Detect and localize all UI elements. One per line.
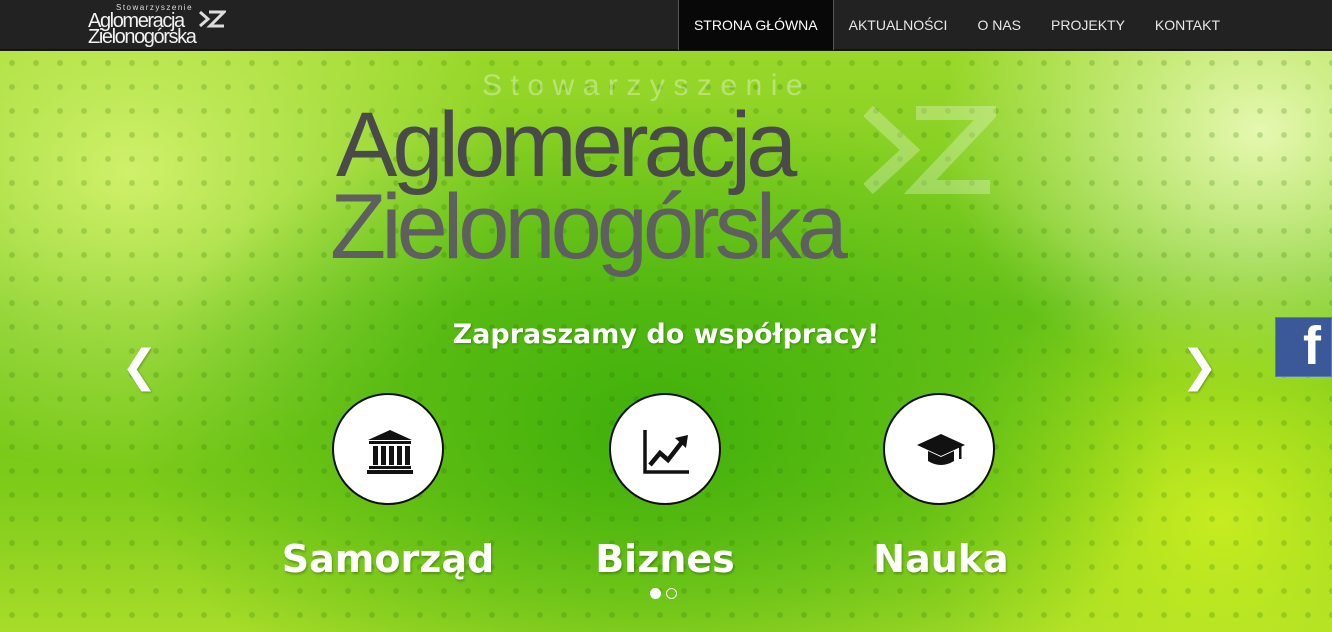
category-label-nauka[interactable]: Nauka	[801, 537, 1081, 581]
facebook-icon: f	[1303, 316, 1321, 376]
nav-projects[interactable]: PROJEKTY	[1036, 0, 1140, 50]
carousel-indicators	[650, 588, 677, 599]
hero-carousel: Stowarzyszenie Aglomeracja Zielonogórska…	[0, 51, 1332, 632]
category-nauka-button[interactable]	[883, 393, 995, 505]
top-navbar: Stowarzyszenie Aglomeracja Zielonogórska…	[0, 0, 1332, 50]
nav-news[interactable]: AKTUALNOŚCI	[834, 0, 963, 50]
line-chart-icon	[643, 430, 689, 474]
carousel-next-button[interactable]: ❯	[1181, 341, 1218, 392]
az-mark-icon	[199, 10, 226, 28]
institution-icon	[367, 430, 413, 474]
category-biznes-button[interactable]	[609, 393, 721, 505]
nav-about[interactable]: O NAS	[962, 0, 1036, 50]
graduation-cap-icon	[917, 434, 965, 465]
main-menu: STRONA GŁÓWNA AKTUALNOŚCI O NAS PROJEKTY…	[677, 0, 1235, 50]
brand-logo[interactable]: Stowarzyszenie Aglomeracja Zielonogórska	[88, 2, 238, 48]
carousel-indicator-2[interactable]	[666, 588, 677, 599]
category-label-samorzad[interactable]: Samorząd	[248, 537, 528, 581]
brand-line2: Zielonogórska	[88, 26, 197, 48]
nav-home[interactable]: STRONA GŁÓWNA	[677, 0, 834, 50]
hero-logo: Stowarzyszenie Aglomeracja Zielonogórska	[330, 69, 1010, 299]
category-samorzad-button[interactable]	[332, 393, 444, 505]
category-label-biznes[interactable]: Biznes	[525, 537, 805, 581]
carousel-indicator-1[interactable]	[650, 588, 661, 599]
hero-logo-line2: Zielonogórska	[330, 176, 848, 278]
nav-contact[interactable]: KONTAKT	[1140, 0, 1235, 50]
facebook-button[interactable]: f	[1275, 317, 1332, 377]
carousel-prev-button[interactable]: ❮	[121, 341, 158, 392]
az-mark-icon	[864, 105, 996, 195]
hero-tagline: Zapraszamy do współpracy!	[452, 319, 880, 350]
